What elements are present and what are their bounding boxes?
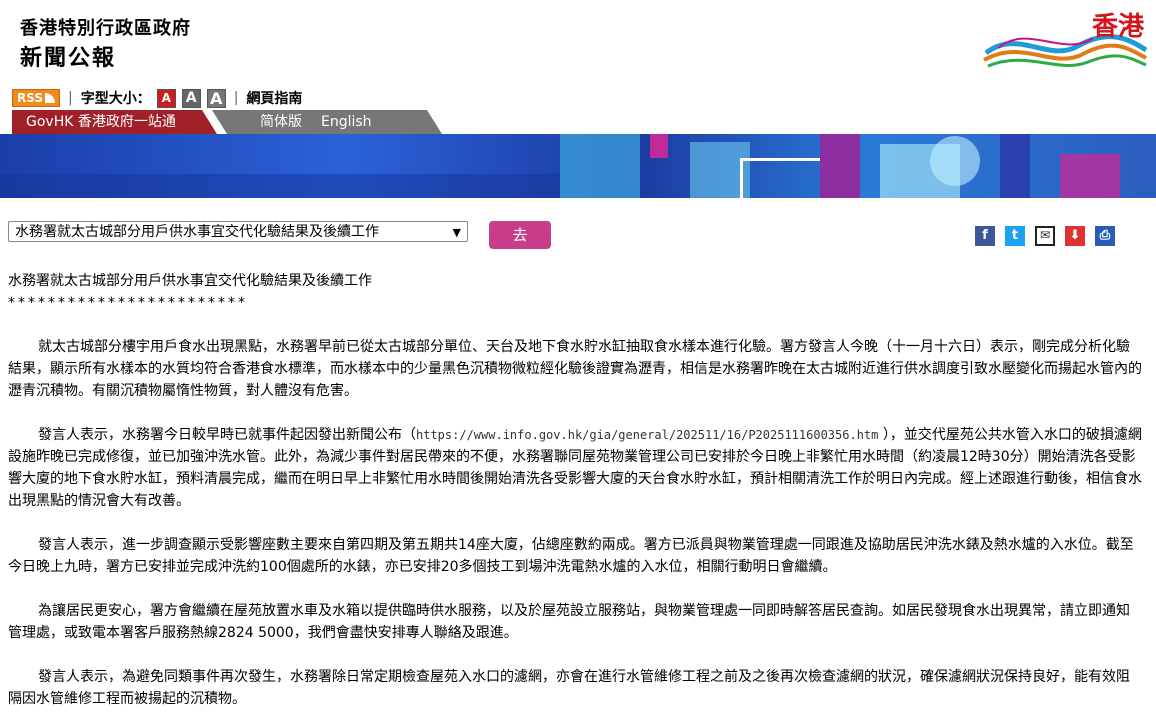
web-guide-link[interactable]: 網頁指南 [246, 88, 302, 108]
font-size-large-button[interactable]: A [206, 88, 226, 108]
email-icon[interactable]: ✉ [1035, 226, 1055, 246]
print-icon[interactable]: ⎙ [1095, 226, 1115, 246]
language-tabs: 简体版 English [212, 110, 442, 134]
press-release-navigator: 水務署就太古城部分用戶供水事宜交代化驗結果及後續工作 ▼ 去 [8, 221, 551, 249]
share-icons: f t ✉ ⬇ ⎙ [975, 226, 1115, 246]
page-title: 新聞公報 [20, 46, 117, 71]
article-paragraph: 為讓居民更安心，署方會繼續在屋苑放置水車及水箱以提供臨時供水服務，以及於屋苑設立… [8, 603, 1130, 641]
article-paragraph: 就太古城部分樓宇用戶食水出現黑點，水務署早前已從太古城部分單位、天台及地下食水貯… [8, 339, 1142, 399]
brand-logo-text: 香港 [1091, 12, 1144, 42]
rss-button[interactable]: RSS [12, 89, 60, 107]
press-release-select[interactable]: 水務署就太古城部分用戶供水事宜交代化驗結果及後續工作 ▼ [8, 221, 468, 242]
twitter-icon[interactable]: t [1005, 226, 1025, 246]
simplified-chinese-link[interactable]: 简体版 [260, 110, 302, 134]
decorative-banner [0, 134, 1156, 198]
toolbar: RSS | 字型大小： A A A | 網頁指南 [12, 88, 302, 108]
press-release-article: 水務署就太古城部分用戶供水事宜交代化驗結果及後續工作 *************… [8, 270, 1143, 710]
chevron-down-icon: ▼ [452, 226, 461, 239]
page-header: 香港特別行政區政府 新聞公報 香港 [0, 0, 1156, 90]
site-tabs: GovHK 香港政府一站通 简体版 English [12, 110, 442, 134]
press-release-link[interactable]: https://www.info.gov.hk/gia/general/2025… [416, 428, 878, 442]
article-paragraph: 發言人表示，為避免同類事件再次發生，水務署除日常定期檢查屋苑入水口的濾網，亦會在… [8, 669, 1130, 707]
article-title: 水務署就太古城部分用戶供水事宜交代化驗結果及後續工作 [8, 273, 372, 289]
font-size-medium-button[interactable]: A [181, 88, 201, 108]
bookmark-icon[interactable]: ⬇ [1065, 226, 1085, 246]
government-name: 香港特別行政區政府 [20, 18, 191, 39]
rss-icon [45, 93, 55, 103]
english-link[interactable]: English [321, 110, 372, 134]
divider: | [68, 90, 73, 106]
govhk-tab[interactable]: GovHK 香港政府一站通 [12, 110, 217, 134]
font-size-label: 字型大小： [80, 91, 151, 107]
divider: | [233, 90, 239, 106]
article-paragraph: 發言人表示，水務署今日較早時已就事件起因發出新聞公布（https://www.i… [8, 427, 1142, 509]
font-size-small-button[interactable]: A [156, 88, 176, 108]
facebook-icon[interactable]: f [975, 226, 995, 246]
article-paragraph: 發言人表示，進一步調查顯示受影響座數主要來自第四期及第五期共14座大廈，佔總座數… [8, 537, 1134, 575]
title-underline: ************************ [8, 295, 248, 311]
go-button[interactable]: 去 [489, 221, 551, 249]
